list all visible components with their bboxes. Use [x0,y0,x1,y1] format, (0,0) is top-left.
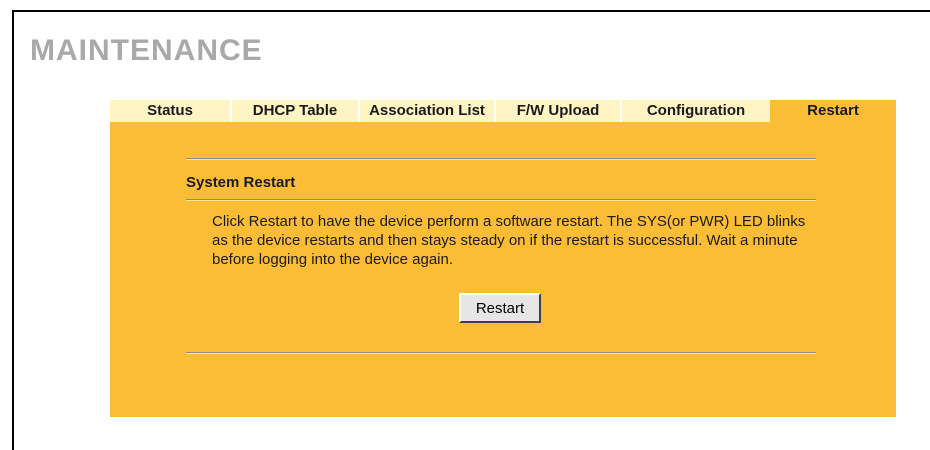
tab-association-list[interactable]: Association List [360,100,496,122]
tab-fw-upload[interactable]: F/W Upload [496,100,622,122]
divider-top [186,158,816,160]
divider-under-title [186,199,816,201]
tab-restart[interactable]: Restart [770,100,896,122]
section-title: System Restart [186,174,296,191]
tab-configuration[interactable]: Configuration [622,100,770,122]
tab-bar: Status DHCP Table Association List F/W U… [110,100,896,122]
tab-status[interactable]: Status [110,100,232,122]
divider-bottom [186,352,816,354]
window-frame-left [12,10,14,450]
restart-button[interactable]: Restart [459,293,541,323]
restart-description: Click Restart to have the device perform… [212,213,806,268]
tab-dhcp-table[interactable]: DHCP Table [232,100,360,122]
restart-panel: System Restart Click Restart to have the… [110,122,896,417]
page-title: MAINTENANCE [30,34,263,67]
window-frame-top [12,10,930,12]
